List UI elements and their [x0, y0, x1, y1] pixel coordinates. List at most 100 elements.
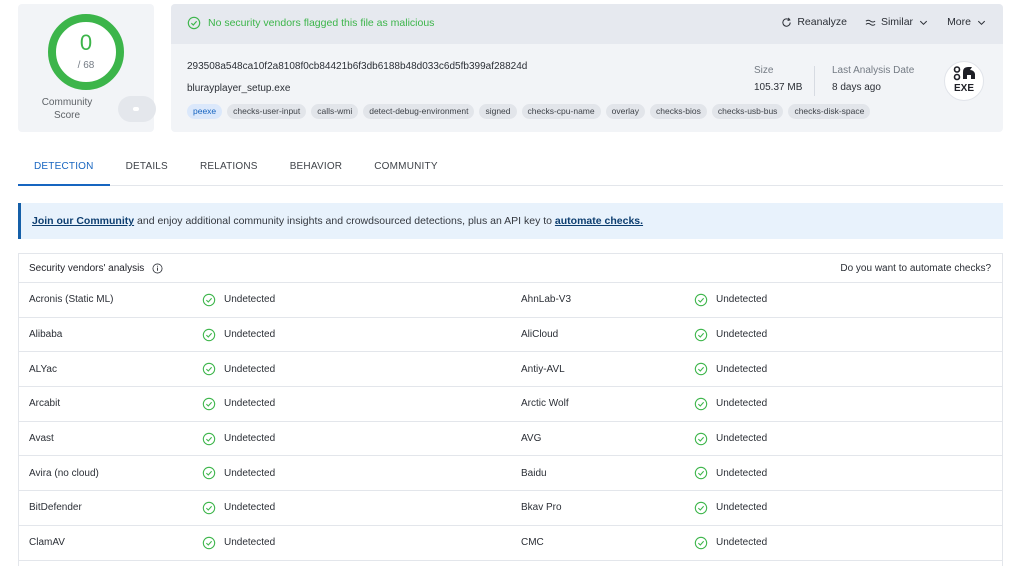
check-circle-icon	[694, 432, 708, 445]
vendors-table: Security vendors' analysis Do you want t…	[18, 253, 1003, 566]
file-type-badge: EXE	[944, 61, 984, 101]
file-info-card: No security vendors flagged this file as…	[171, 4, 1003, 132]
vendor-result: Undetected	[685, 501, 767, 515]
executable-icon	[953, 66, 975, 81]
file-tag[interactable]: detect-debug-environment	[363, 104, 475, 119]
vendor-rows: Acronis (Static ML) Undetected AhnLab-V3 Un…	[19, 283, 1002, 561]
tab-details[interactable]: DETAILS	[110, 152, 184, 186]
file-tag[interactable]: checks-disk-space	[788, 104, 871, 119]
banner-text: and enjoy additional community insights …	[134, 215, 555, 227]
file-type-label: EXE	[953, 83, 974, 94]
vendor-name: Alibaba	[29, 329, 63, 341]
detection-score-card: 0 / 68 Community Score	[18, 4, 156, 132]
table-row: ClamAV Undetected CMC Undetected	[19, 526, 1002, 561]
vendor-name: Arcabit	[29, 398, 61, 410]
table-row: Alibaba Undetected AliCloud Undetected	[19, 318, 1002, 353]
table-row: Acronis (Static ML) Undetected AhnLab-V3 Un…	[19, 283, 1002, 318]
chevron-down-icon	[977, 20, 986, 25]
file-actions: Reanalyze Similar More	[781, 16, 987, 28]
vendor-name: Avira (no cloud)	[29, 467, 99, 479]
vendor-name: AhnLab-V3	[521, 294, 572, 306]
vendor-result-text: Undetected	[716, 329, 768, 341]
vendor-name: Antiy-AVL	[521, 363, 565, 375]
file-size-value: 105.37 MB	[754, 82, 803, 93]
table-row: Arcabit Undetected Arctic Wolf Undetected	[19, 387, 1002, 422]
automate-checks-prompt[interactable]: Do you want to automate checks?	[840, 263, 991, 274]
check-circle-icon	[202, 432, 216, 445]
file-tag[interactable]: signed	[479, 104, 517, 119]
file-name: blurayplayer_setup.exe	[187, 83, 291, 94]
tab-community[interactable]: COMMUNITY	[358, 152, 453, 186]
file-tag[interactable]: checks-usb-bus	[711, 104, 784, 119]
vendor-result-text: Undetected	[224, 363, 276, 375]
vendor-name: ALYac	[29, 363, 57, 375]
vendor-result-text: Undetected	[716, 502, 768, 514]
similar-button[interactable]: Similar	[865, 16, 929, 28]
join-community-link[interactable]: Join our Community	[32, 215, 134, 227]
check-circle-icon	[694, 328, 708, 341]
community-score-indicator	[133, 107, 139, 111]
similar-icon	[865, 19, 876, 26]
reanalyze-label: Reanalyze	[797, 16, 847, 28]
vendor-result: Undetected	[193, 362, 511, 376]
check-circle-icon	[694, 397, 708, 411]
vendor-result: Undetected	[685, 536, 767, 550]
check-circle-icon	[202, 293, 216, 307]
vendor-result: Undetected	[685, 466, 767, 480]
vendor-result-text: Undetected	[224, 294, 276, 306]
clean-status: No security vendors flagged this file as…	[187, 16, 434, 30]
info-icon[interactable]	[152, 263, 163, 274]
tab-relations[interactable]: RELATIONS	[184, 152, 274, 186]
vendor-result-text: Undetected	[224, 467, 276, 479]
community-score-toggle[interactable]	[118, 96, 156, 122]
vendor-name: AliCloud	[521, 329, 559, 341]
table-row: Avira (no cloud) Undetected Baidu Undetecte…	[19, 456, 1002, 492]
vendor-result: Undetected	[193, 536, 511, 550]
vendor-result-text: Undetected	[716, 433, 768, 445]
detection-score-ring: 0 / 68	[48, 14, 124, 90]
file-tags: peexe checks-user-input calls-wmi detect…	[187, 104, 871, 119]
similar-label: Similar	[880, 16, 914, 28]
vendor-result-text: Undetected	[224, 537, 276, 549]
check-circle-icon	[202, 328, 216, 341]
engine-total: / 68	[77, 60, 95, 71]
check-circle-icon	[202, 501, 216, 515]
file-tag[interactable]: calls-wmi	[311, 104, 359, 119]
file-tag[interactable]: peexe	[187, 104, 223, 119]
check-circle-icon	[202, 397, 216, 411]
file-tag[interactable]: overlay	[605, 104, 646, 119]
check-circle-icon	[187, 16, 201, 30]
vendor-result-text: Undetected	[224, 502, 276, 514]
reanalyze-button[interactable]: Reanalyze	[781, 16, 847, 28]
vendor-result: Undetected	[193, 397, 511, 411]
clean-status-text: No security vendors flagged this file as…	[208, 17, 435, 29]
vendor-name: AVG	[521, 433, 542, 445]
file-tag[interactable]: checks-bios	[650, 104, 707, 119]
tab-detection[interactable]: DETECTION	[18, 152, 110, 186]
vendor-result: Undetected	[685, 432, 767, 446]
vendor-result-text: Undetected	[716, 537, 768, 549]
file-status-bar: No security vendors flagged this file as…	[171, 4, 1003, 44]
vendor-result: Undetected	[685, 293, 767, 307]
vendor-result: Undetected	[193, 293, 511, 307]
vendor-name: ClamAV	[29, 537, 65, 549]
check-circle-icon	[202, 536, 216, 549]
table-row: BitDefender Undetected Bkav Pro Undetected	[19, 491, 1002, 526]
vendor-name: CMC	[521, 537, 544, 549]
vendor-result: Undetected	[685, 397, 767, 411]
more-button[interactable]: More	[947, 16, 987, 28]
vendor-name: Baidu	[521, 467, 547, 479]
vendor-result-text: Undetected	[716, 398, 768, 410]
refresh-icon	[782, 17, 792, 27]
file-tag[interactable]: checks-cpu-name	[521, 104, 601, 119]
check-circle-icon	[694, 363, 708, 376]
vendor-result-text: Undetected	[224, 398, 276, 410]
tab-behavior[interactable]: BEHAVIOR	[274, 152, 359, 186]
table-row: Avast Undetected AVG Undetected	[19, 422, 1002, 457]
check-circle-icon	[694, 536, 708, 549]
automate-checks-link[interactable]: automate checks.	[555, 215, 643, 227]
file-hash[interactable]: 293508a548ca10f2a8108f0cb84421b6f3db6188…	[187, 61, 527, 72]
vendor-result: Undetected	[193, 501, 511, 515]
file-tag[interactable]: checks-user-input	[227, 104, 307, 119]
check-circle-icon	[694, 293, 708, 307]
